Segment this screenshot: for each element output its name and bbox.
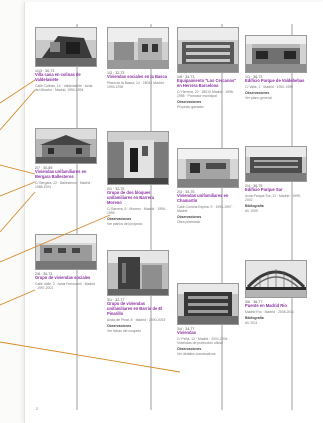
- entry-body: C/ Valle, 2 · Madrid · 1992-1995: [245, 85, 293, 90]
- entry-subheading: Bibliografía: [245, 204, 264, 209]
- entry-title: Puente en Madrid Río: [245, 303, 287, 309]
- entry-subheading: Observaciones: [245, 90, 270, 95]
- catalogue-entry: 1/13 · 30-73 Villa casa en colinas de Va…: [35, 27, 97, 93]
- entry-body: Calle Concha Espina, 9 · 1994-1997 · Mad…: [177, 205, 234, 214]
- building-photo: [107, 250, 169, 296]
- building-photo: [245, 146, 307, 182]
- building-photo: [35, 128, 97, 164]
- catalogue-entry: 2/7 · 30-89 Viviendas unifamiliares en B…: [35, 128, 97, 190]
- catalogue-entry: 2/4 · 36-75 Edificio Parque Sur Avda Par…: [245, 146, 307, 214]
- building-photo: [245, 35, 307, 73]
- entry-subtext: Ver fichas del conjunto: [107, 328, 142, 333]
- entry-title: Viviendas unifamiliares en Bergara Balle…: [35, 169, 87, 180]
- catalogue-entry: 3/6 · 36-77 Puente en Madrid Río Madrid …: [245, 260, 307, 326]
- entry-subheading: Observaciones: [177, 214, 202, 219]
- catalogue-entry: 1/1 · 36-73 Edificio Parque de Valdebeba…: [245, 35, 307, 101]
- catalogue-entry: 2/1 · 32-75 Grupo de dos bloques unifami…: [107, 131, 169, 226]
- building-photo: [177, 283, 239, 325]
- entry-title: Grupo de viviendas unifamiliares en Barr…: [107, 301, 163, 316]
- entry-body: Plaza de la Basca, 14 · 28041 Madrid · 1…: [107, 81, 166, 90]
- entry-subheading: Observaciones: [177, 347, 202, 352]
- bridge-photo: [245, 260, 307, 298]
- entry-body: C/ Peña, 12 · Madrid · 2001-2004 · Vivie…: [177, 337, 230, 346]
- building-photo: [177, 148, 239, 188]
- entry-subtext: AV 1999: [245, 209, 258, 214]
- building-photo: [107, 27, 169, 69]
- building-photo: [107, 131, 169, 185]
- page-number: 2: [36, 406, 39, 411]
- entry-subheading: Observaciones: [177, 99, 202, 104]
- entry-body: C/ Bergara, 22 · Ballesteros · Madrid · …: [35, 181, 93, 190]
- entry-subheading: Bibliografía: [245, 315, 264, 320]
- catalogue-entry: 1/3 · 32-73 Viviendas sociales en la Bas…: [107, 27, 169, 90]
- entry-subtext: Ver planos del proyecto: [107, 221, 143, 226]
- entry-title: Viviendas: [177, 330, 197, 336]
- entry-title: Edificio Parque Sur: [245, 187, 283, 193]
- entry-body: Avda Parque Sur, 11 · Madrid · 1999-2002: [245, 194, 302, 203]
- building-photo: [35, 234, 97, 270]
- catalogue-entry: 2/8 · 30-73 Grupo de viviendas sociales …: [35, 234, 97, 291]
- entry-subtext: AV 2011: [245, 321, 258, 326]
- entry-body: Calle Valle, 3 · Avda Ferrocarril · Madr…: [35, 282, 95, 291]
- entry-subtext: Ver plano general: [245, 96, 272, 101]
- entry-subheading: Observaciones: [107, 216, 132, 221]
- entry-title: Viviendas unifamiliares en Chamartín: [177, 193, 229, 204]
- entry-subtext: Proyecto ganador: [177, 105, 204, 110]
- entry-subtext: Obra premiada: [177, 220, 200, 225]
- entry-body: C/ Barrera, 5 · Moreno · Madrid · 1996-1…: [107, 206, 166, 215]
- catalogue-entry: 3/4 · 34-77 Viviendas C/ Peña, 12 · Madr…: [177, 283, 239, 357]
- entry-title: Edificio Parque de Valdebebas: [245, 78, 305, 84]
- entry-body: Madrid Río · Madrid · 2008-2011: [245, 310, 294, 315]
- entry-body: C/ Herrera, 22 · 28019 Madrid · 1996-199…: [177, 90, 234, 99]
- entry-subheading: Observaciones: [107, 323, 132, 328]
- entry-body: Avda del Pinar, 8 · Madrid · 2000-2003: [107, 317, 166, 322]
- catalogue-entry: 1/8 · 34-73 Equipamiento "Los Cercanos" …: [177, 27, 239, 110]
- catalogue-entry: 2/3 · 34-75 Viviendas unifamiliares en C…: [177, 148, 239, 225]
- entry-body: Calle Colinas, 14 · Valdelasiete · Avda …: [35, 84, 93, 93]
- entry-title: Villa casa en colinas de Valdelasiete: [35, 72, 81, 83]
- building-photo: [177, 27, 239, 73]
- entry-subtext: Ver detalles constructivos: [177, 352, 216, 357]
- entry-title: Equipamiento "Los Cercanos" en Herrera B…: [177, 78, 237, 89]
- catalogue-entry: 3/1 · 32-77 Grupo de viviendas unifamili…: [107, 250, 169, 333]
- entry-title: Viviendas sociales en la Basca: [107, 74, 168, 80]
- entry-title: Grupo de viviendas sociales: [35, 275, 91, 281]
- building-photo: [35, 27, 97, 67]
- entry-title: Grupo de dos bloques unifamiliares en Ba…: [107, 190, 154, 205]
